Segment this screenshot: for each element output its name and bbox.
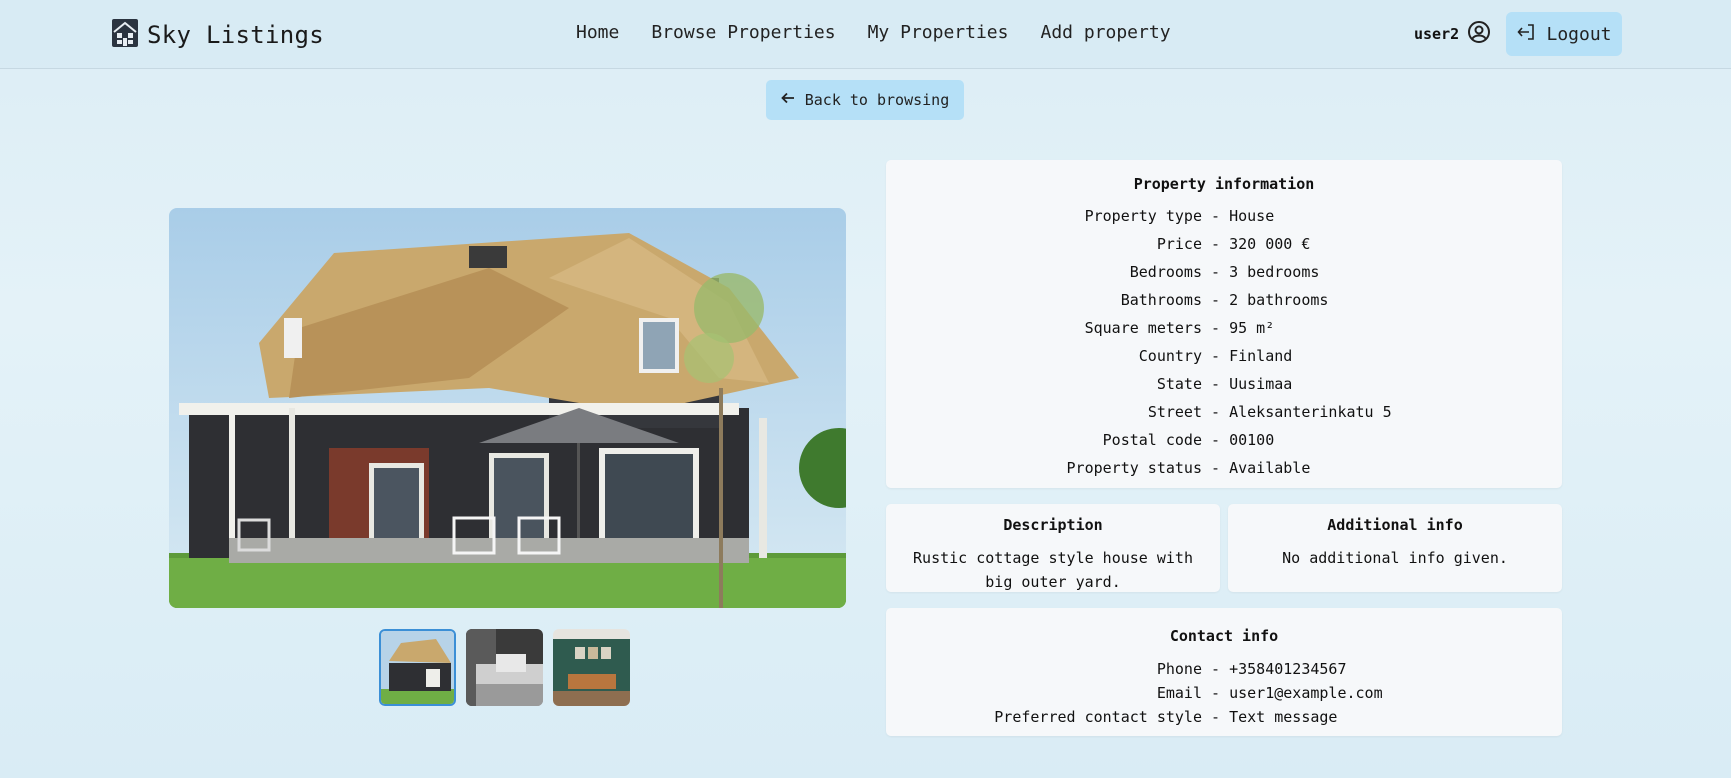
logout-icon — [1516, 22, 1536, 47]
contact-value: user1@example.com — [1229, 684, 1383, 702]
description-text: Rustic cottage style house with big oute… — [913, 549, 1193, 591]
info-row-price: Price - 320 000 € — [886, 234, 1562, 262]
info-row-property-type: Property type - House — [886, 206, 1562, 234]
user-circle-icon[interactable] — [1467, 20, 1491, 48]
info-value: 320 000 € — [1229, 235, 1311, 253]
contact-row-email: Email - user1@example.com — [886, 682, 1562, 706]
info-value: House — [1229, 207, 1275, 225]
contact-info-title: Contact info — [1169, 627, 1279, 645]
back-label: Back to browsing — [804, 91, 950, 109]
info-row-state: State - Uusimaa — [886, 374, 1562, 402]
info-value: 00100 — [1229, 431, 1275, 449]
contact-info-card: Contact info Phone - +358401234567 Email… — [886, 608, 1562, 736]
thumbnail-bedroom[interactable] — [466, 629, 543, 706]
contact-value: +358401234567 — [1229, 660, 1347, 678]
info-label: Bedrooms — [1129, 263, 1202, 281]
info-label: Property type — [1084, 207, 1202, 225]
info-value: Available — [1229, 459, 1311, 477]
main-nav: Home Browse Properties My Properties Add… — [576, 22, 1171, 43]
contact-label: Phone — [1156, 660, 1202, 678]
contact-label: Email — [1156, 684, 1202, 702]
info-label: Property status — [1066, 459, 1202, 477]
info-value: 2 bathrooms — [1229, 291, 1329, 309]
brand[interactable]: Sky Listings — [111, 18, 324, 52]
info-label: State — [1156, 375, 1202, 393]
property-information-rows: Property type - House Price - 320 000 € … — [886, 206, 1562, 486]
nav-my-properties[interactable]: My Properties — [868, 22, 1009, 43]
description-title: Description — [1003, 516, 1103, 534]
info-label: Price — [1156, 235, 1202, 253]
info-value: Uusimaa — [1229, 375, 1293, 393]
contact-row-preferred-style: Preferred contact style - Text message — [886, 706, 1562, 730]
main-property-photo[interactable] — [169, 208, 846, 608]
info-row-country: Country - Finland — [886, 346, 1562, 374]
property-information-card: Property information Property type - Hou… — [886, 160, 1562, 488]
additional-info-text: No additional info given. — [1282, 549, 1508, 567]
info-row-bedrooms: Bedrooms - 3 bedrooms — [886, 262, 1562, 290]
top-navbar: Sky Listings Home Browse Properties My P… — [0, 0, 1731, 69]
property-information-title: Property information — [1133, 175, 1315, 193]
thumbnail-living-room[interactable] — [553, 629, 630, 706]
contact-row-phone: Phone - +358401234567 — [886, 658, 1562, 682]
info-value: 3 bedrooms — [1229, 263, 1320, 281]
additional-info-card: Additional info No additional info given… — [1228, 504, 1562, 592]
info-label: Postal code — [1102, 431, 1202, 449]
info-label: Country — [1138, 347, 1202, 365]
back-to-browsing-button[interactable]: Back to browsing — [766, 80, 964, 120]
info-value: 95 m² — [1229, 319, 1275, 337]
info-row-street: Street - Aleksanterinkatu 5 — [886, 402, 1562, 430]
nav-browse-properties[interactable]: Browse Properties — [651, 22, 835, 43]
user-area: user2 — [1414, 20, 1491, 48]
username: user2 — [1414, 25, 1460, 43]
info-row-postal-code: Postal code - 00100 — [886, 430, 1562, 458]
logout-label: Logout — [1546, 23, 1612, 45]
info-label: Bathrooms — [1120, 291, 1202, 309]
info-row-square-meters: Square meters - 95 m² — [886, 318, 1562, 346]
nav-home[interactable]: Home — [576, 22, 619, 43]
contact-value: Text message — [1229, 708, 1338, 726]
brand-name: Sky Listings — [147, 21, 324, 49]
nav-add-property[interactable]: Add property — [1040, 22, 1170, 43]
additional-info-title: Additional info — [1327, 516, 1463, 534]
contact-label: Preferred contact style — [994, 708, 1202, 726]
info-label: Square meters — [1084, 319, 1202, 337]
thumbnail-house[interactable] — [379, 629, 456, 706]
house-logo-icon — [111, 18, 139, 52]
info-row-property-status: Property status - Available — [886, 458, 1562, 486]
contact-info-rows: Phone - +358401234567 Email - user1@exam… — [886, 658, 1562, 730]
info-row-bathrooms: Bathrooms - 2 bathrooms — [886, 290, 1562, 318]
info-value: Aleksanterinkatu 5 — [1229, 403, 1392, 421]
logout-button[interactable]: Logout — [1506, 12, 1622, 56]
photo-thumbnails — [379, 629, 630, 706]
info-value: Finland — [1229, 347, 1293, 365]
info-label: Street — [1147, 403, 1202, 421]
arrow-left-icon — [780, 91, 795, 109]
description-card: Description Rustic cottage style house w… — [886, 504, 1220, 592]
